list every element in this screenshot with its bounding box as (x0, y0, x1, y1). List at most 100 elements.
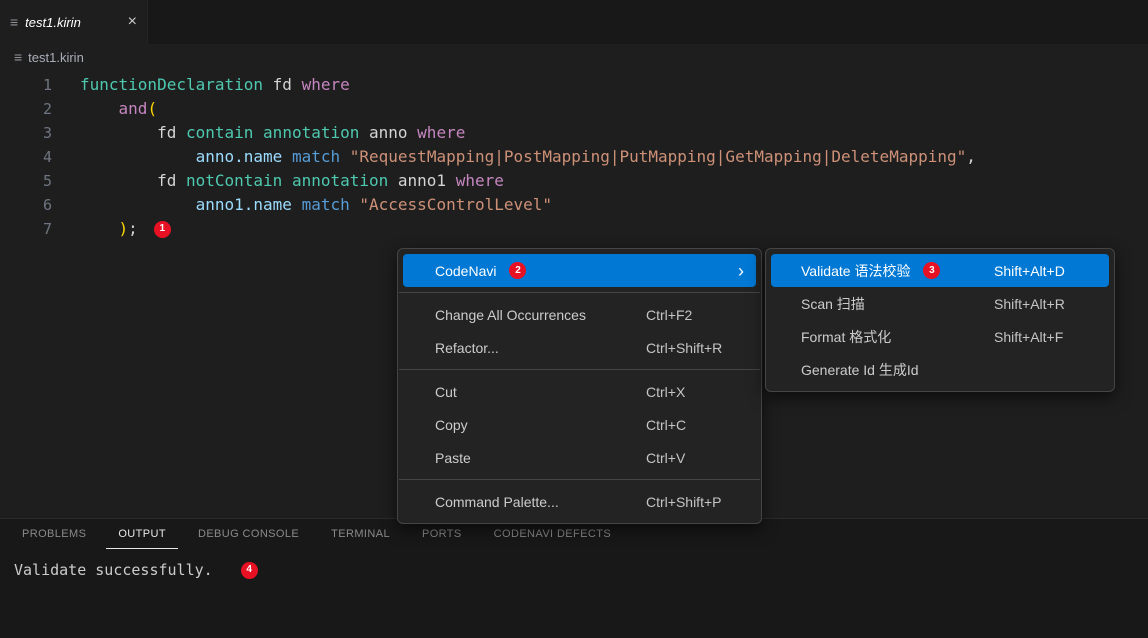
menu-item-label: Format 格式化 (801, 327, 891, 347)
menu-item-label: Refactor... (435, 340, 499, 356)
step-badge-4: 4 (241, 562, 258, 579)
code-token (80, 99, 119, 118)
menu-item-command-palette[interactable]: Command Palette...Ctrl+Shift+P (403, 485, 756, 518)
menu-item-codenavi[interactable]: CodeNavi 2 › (403, 254, 756, 287)
code-line[interactable]: 1 functionDeclaration fd where (0, 73, 1148, 97)
menu-item-paste[interactable]: Paste Ctrl+V (403, 441, 756, 474)
panel-tab-problems[interactable]: PROBLEMS (10, 519, 98, 549)
menu-shortcut: Ctrl+X (646, 384, 685, 400)
line-number: 1 (0, 73, 52, 97)
menu-item-cut[interactable]: Cut Ctrl+X (403, 375, 756, 408)
code-token: anno (359, 123, 417, 142)
code-text: functionDeclaration fd where (80, 73, 350, 97)
menu-shortcut: Ctrl+C (646, 417, 686, 433)
menu-item-change-all-occurrences[interactable]: Change All Occurrences Ctrl+F2 (403, 298, 756, 331)
code-token: and (119, 99, 148, 118)
code-line[interactable]: 7 ); 1 (0, 217, 1148, 241)
menu-item-label: Cut (435, 384, 457, 400)
menu-shortcut: Ctrl+Shift+P (646, 494, 721, 510)
breadcrumb[interactable]: ≡ test1.kirin (0, 44, 1148, 70)
kirin-file-icon: ≡ (14, 49, 22, 65)
submenu: Validate 语法校验 3 Shift+Alt+D Scan 扫描 Shift+Al… (765, 248, 1115, 392)
code-token (80, 195, 196, 214)
panel-tab-debug-console[interactable]: DEBUG CONSOLE (186, 519, 311, 549)
panel-tab-output[interactable]: OUTPUT (106, 519, 178, 549)
code-token (340, 147, 350, 166)
code-line[interactable]: 5 fd notContain annotation anno1 where (0, 169, 1148, 193)
tab-label: test1.kirin (25, 15, 120, 30)
code-line[interactable]: 2 and( (0, 97, 1148, 121)
code-token (253, 123, 263, 142)
code-token: fd (80, 171, 186, 190)
code-token: functionDeclaration (80, 75, 263, 94)
code-token (80, 219, 119, 238)
chevron-right-icon: › (738, 262, 744, 280)
code-token: anno1 (388, 171, 455, 190)
code-line[interactable]: 6 anno1.name match "AccessControlLevel" (0, 193, 1148, 217)
code-line[interactable]: 4 anno.name match "RequestMapping|PostMa… (0, 145, 1148, 169)
menu-item-validate[interactable]: Validate 语法校验 3 Shift+Alt+D (771, 254, 1109, 287)
close-icon[interactable]: × (128, 14, 137, 30)
code-token: anno1.name (196, 195, 292, 214)
code-token: "AccessControlLevel" (359, 195, 552, 214)
menu-item-scan[interactable]: Scan 扫描 Shift+Alt+R (771, 287, 1109, 320)
code-token: match (302, 195, 350, 214)
menu-shortcut: Ctrl+Shift+R (646, 340, 722, 356)
tab-test1-kirin[interactable]: ≡ test1.kirin × (0, 0, 148, 44)
menu-item-label: Paste (435, 450, 471, 466)
step-badge-1: 1 (154, 221, 171, 238)
menu-separator (399, 369, 760, 370)
code-text: anno1.name match "AccessControlLevel" (80, 193, 552, 217)
code-token (292, 195, 302, 214)
menu-item-label: Validate 语法校验 (801, 261, 910, 281)
menu-separator (399, 479, 760, 480)
step-badge-2: 2 (509, 262, 526, 279)
breadcrumb-label: test1.kirin (28, 50, 84, 65)
code-text: fd contain annotation anno where (80, 121, 465, 145)
menu-item-label: Scan 扫描 (801, 294, 865, 314)
code-token: where (302, 75, 350, 94)
code-token (80, 147, 196, 166)
line-number: 3 (0, 121, 52, 145)
code-token: annotation (263, 123, 359, 142)
output-area: Validate successfully. 4 (0, 549, 1148, 579)
code-line[interactable]: 3 fd contain annotation anno where (0, 121, 1148, 145)
menu-shortcut: Shift+Alt+R (994, 296, 1065, 312)
line-number: 6 (0, 193, 52, 217)
code-token: , (966, 147, 976, 166)
code-token: ; (128, 219, 138, 238)
line-number: 2 (0, 97, 52, 121)
menu-shortcut: Ctrl+F2 (646, 307, 692, 323)
menu-item-format[interactable]: Format 格式化 Shift+Alt+F (771, 320, 1109, 353)
vscode-window: ≡ test1.kirin × ≡ test1.kirin 1 functionD… (0, 0, 1148, 638)
menu-item-generate-id-id[interactable]: Generate Id 生成Id (771, 353, 1109, 386)
code-token: ( (147, 99, 157, 118)
menu-shortcut: Shift+Alt+F (994, 329, 1063, 345)
kirin-file-icon: ≡ (10, 14, 18, 30)
code-text: ); (80, 217, 138, 241)
code-token (350, 195, 360, 214)
menu-item-label: Change All Occurrences (435, 307, 586, 323)
code-token: ) (119, 219, 129, 238)
panel-tab-terminal[interactable]: TERMINAL (319, 519, 402, 549)
step-badge-3: 3 (923, 262, 940, 279)
line-number: 5 (0, 169, 52, 193)
code-token (282, 147, 292, 166)
menu-item-label: Generate Id 生成Id (801, 360, 919, 380)
code-token: notContain (186, 171, 282, 190)
line-number: 4 (0, 145, 52, 169)
code-token: annotation (292, 171, 388, 190)
code-token: fd (80, 123, 186, 142)
line-number: 7 (0, 217, 52, 241)
menu-shortcut: Ctrl+V (646, 450, 685, 466)
menu-item-label: CodeNavi (435, 263, 496, 279)
menu-shortcut: Shift+Alt+D (994, 263, 1065, 279)
menu-item-copy[interactable]: CopyCtrl+C (403, 408, 756, 441)
context-menu: CodeNavi 2 › Change All Occurrences Ctrl+F2 R… (397, 248, 762, 524)
code-token: match (292, 147, 340, 166)
menu-item-refactor[interactable]: Refactor... Ctrl+Shift+R (403, 331, 756, 364)
code-text: and( (80, 97, 157, 121)
output-text: Validate successfully. (14, 561, 213, 579)
menu-separator (399, 292, 760, 293)
code-token: where (417, 123, 465, 142)
